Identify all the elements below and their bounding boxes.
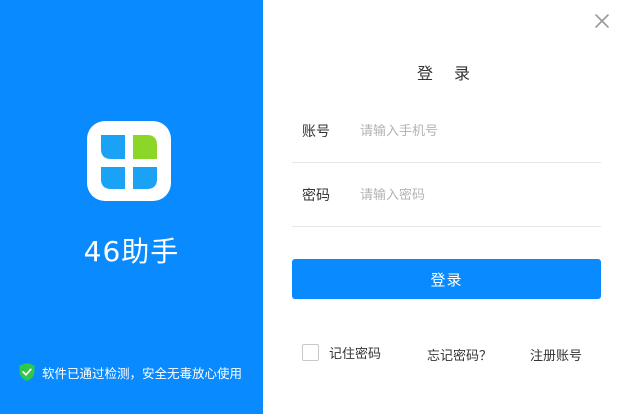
brand-panel: 46助手 软件已通过检测，安全无毒放心使用 bbox=[0, 0, 263, 414]
app-logo-icon bbox=[87, 121, 171, 201]
password-field-row: 密码 bbox=[292, 164, 601, 227]
forgot-password-link[interactable]: 忘记密码？ bbox=[427, 345, 492, 364]
register-account-link[interactable]: 注册账号 bbox=[530, 345, 582, 364]
account-input[interactable] bbox=[360, 123, 444, 139]
security-text: 软件已通过检测，安全无毒放心使用 bbox=[42, 365, 243, 381]
password-label: 密码 bbox=[302, 188, 330, 204]
account-label: 账号 bbox=[302, 124, 330, 140]
login-button[interactable]: 登录 bbox=[292, 259, 601, 299]
remember-password-toggle[interactable]: 记住密码 bbox=[302, 343, 381, 362]
login-title: 登 录 bbox=[416, 64, 479, 83]
login-options: 记住密码 忘记密码？ 注册账号 bbox=[302, 343, 602, 365]
remember-password-label: 记住密码 bbox=[329, 347, 382, 362]
login-form-panel: 登 录 账号 密码 登录 记住密码 忘记密码？ 注册账号 bbox=[263, 0, 624, 414]
remember-password-checkbox[interactable] bbox=[302, 344, 319, 361]
shield-check-icon bbox=[19, 363, 35, 381]
password-input[interactable] bbox=[360, 187, 444, 203]
security-notice: 软件已通过检测，安全无毒放心使用 bbox=[18, 362, 242, 382]
close-icon[interactable] bbox=[592, 11, 612, 31]
login-window: 46助手 软件已通过检测，安全无毒放心使用 登 录 账号 密码 登录 记 bbox=[0, 0, 624, 414]
account-field-row: 账号 bbox=[292, 100, 601, 163]
app-name: 46助手 bbox=[83, 235, 180, 268]
